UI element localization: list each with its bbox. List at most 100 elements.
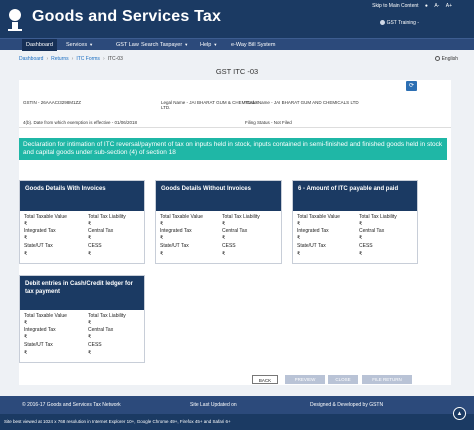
preview-button[interactable]: PREVIEW — [285, 375, 325, 384]
card-itc-payable[interactable]: 6 - Amount of ITC payable and paid Total… — [292, 180, 418, 264]
nav-services-label: Services — [66, 42, 88, 48]
field-label: CESS — [88, 243, 102, 249]
field-value: ₹ — [24, 320, 28, 326]
field-label: Total Tax Liability — [359, 214, 397, 220]
field-label: Integrated Tax — [24, 228, 56, 234]
field-value: ₹ — [297, 251, 301, 257]
field-value: ₹ — [24, 350, 28, 356]
nav-gst-law-label: GST Law — [116, 42, 139, 48]
field-label: Central Tax — [88, 228, 114, 234]
card-body: Total Taxable Value Total Tax Liability … — [20, 211, 144, 263]
browser-note: Site best viewed at 1024 x 768 resolutio… — [0, 414, 474, 430]
declaration-banner: Declaration for intimation of ITC revers… — [19, 138, 447, 160]
field-label: Total Tax Liability — [222, 214, 260, 220]
font-increase-button[interactable]: A+ — [446, 3, 452, 9]
breadcrumb: Dashboard › Returns › ITC Forms › ITC-03 — [19, 56, 123, 62]
skip-to-main-link[interactable]: Skip to Main Content — [372, 3, 418, 9]
card-debit-entries[interactable]: Debit entries in Cash/Credit ledger for … — [19, 275, 145, 363]
field-value: ₹ — [359, 221, 363, 227]
filing-status-text: Filing Status - Not Filed — [245, 120, 292, 125]
field-label: Total Taxable Value — [297, 214, 340, 220]
footer-copyright: © 2016-17 Goods and Services Tax Network — [22, 402, 121, 408]
back-button[interactable]: BACK — [252, 375, 278, 384]
page-title: GST ITC -03 — [215, 67, 259, 76]
field-label: Total Tax Liability — [88, 214, 126, 220]
user-menu[interactable]: GST Training - — [379, 20, 419, 26]
language-label: English — [441, 56, 458, 62]
card-title: Goods Details With Invoices — [20, 181, 144, 211]
top-links: Skip to Main Content ● A- A+ — [367, 3, 452, 9]
scroll-top-button[interactable]: ▲ — [453, 407, 466, 420]
field-value: ₹ — [359, 251, 363, 257]
card-goods-with-invoices[interactable]: Goods Details With Invoices Total Taxabl… — [19, 180, 145, 264]
field-value: ₹ — [24, 334, 28, 340]
field-value: ₹ — [88, 251, 92, 257]
nav-search-taxpayer[interactable]: Search Taxpayer ▼ — [137, 39, 192, 51]
breadcrumb-current: ITC-03 — [107, 56, 123, 62]
site-title[interactable]: Goods and Services Tax — [32, 8, 221, 26]
chevron-down-icon: ▼ — [89, 42, 94, 47]
nav-services[interactable]: Services ▼ — [62, 39, 97, 51]
field-label: Central Tax — [88, 327, 114, 333]
taxpayer-info: GSTIN - 26AAACI3298M1ZZ Legal Name - JAI… — [19, 96, 451, 128]
nav-eway-bill-label: e-Way Bill System — [231, 42, 276, 48]
gstin-text: GSTIN - 26AAACI3298M1ZZ — [23, 100, 82, 105]
card-title: Debit entries in Cash/Credit ledger for … — [20, 276, 144, 310]
field-label: CESS — [88, 342, 102, 348]
breadcrumb-dashboard[interactable]: Dashboard — [19, 56, 43, 62]
card-title: 6 - Amount of ITC payable and paid — [293, 181, 417, 211]
breadcrumb-returns[interactable]: Returns — [51, 56, 69, 62]
field-label: Total Taxable Value — [24, 313, 67, 319]
field-label: Central Tax — [222, 228, 248, 234]
field-value: ₹ — [160, 221, 164, 227]
nav-eway-bill[interactable]: e-Way Bill System — [227, 39, 279, 51]
close-button[interactable]: CLOSE — [328, 375, 358, 384]
field-value: ₹ — [24, 235, 28, 241]
file-return-button[interactable]: FILE RETURN — [362, 375, 412, 384]
trade-name-text: Trade Name - JAI BHARAT GUM AND CHEMICAL… — [245, 100, 359, 105]
language-selector[interactable]: English — [434, 56, 458, 62]
nav-help-label: Help — [200, 42, 212, 48]
field-label: Total Tax Liability — [88, 313, 126, 319]
card-body: Total Taxable Value Total Tax Liability … — [156, 211, 281, 263]
field-value: ₹ — [24, 221, 28, 227]
card-goods-without-invoices[interactable]: Goods Details Without Invoices Total Tax… — [155, 180, 282, 264]
main-nav: Dashboard Services ▼ GST Law Search Taxpa… — [0, 38, 474, 51]
field-label: Integrated Tax — [24, 327, 56, 333]
card-body: Total Taxable Value Total Tax Liability … — [20, 310, 144, 362]
field-value: ₹ — [160, 235, 164, 241]
globe-icon — [434, 56, 440, 61]
user-icon — [379, 20, 385, 25]
field-value: ₹ — [24, 251, 28, 257]
field-label: Integrated Tax — [297, 228, 329, 234]
font-decrease-button[interactable]: A- — [434, 3, 439, 9]
breadcrumb-itc-forms[interactable]: ITC Forms — [76, 56, 100, 62]
field-value: ₹ — [88, 334, 92, 340]
card-title: Goods Details Without Invoices — [156, 181, 281, 211]
field-value: ₹ — [88, 350, 92, 356]
chevron-down-icon: ▼ — [184, 42, 189, 47]
field-label: Total Taxable Value — [160, 214, 203, 220]
national-emblem-icon — [8, 9, 22, 31]
field-label: State/UT Tax — [297, 243, 326, 249]
refresh-button[interactable]: ⟳ — [406, 81, 417, 91]
field-label: Total Taxable Value — [24, 214, 67, 220]
field-label: Central Tax — [359, 228, 385, 234]
footer-designed-by: Designed & Developed by GSTN — [310, 402, 384, 408]
refresh-icon: ⟳ — [408, 83, 415, 89]
accessibility-icon[interactable]: ● — [425, 3, 428, 9]
nav-dashboard[interactable]: Dashboard — [22, 39, 57, 51]
nav-search-taxpayer-label: Search Taxpayer — [141, 42, 183, 48]
card-body: Total Taxable Value Total Tax Liability … — [293, 211, 417, 263]
footer: © 2016-17 Goods and Services Tax Network… — [0, 396, 474, 414]
field-value: ₹ — [359, 235, 363, 241]
exemption-date-text: 4(b). Date from which exemption is effec… — [23, 120, 137, 125]
field-label: CESS — [359, 243, 373, 249]
chevron-down-icon: ▼ — [213, 42, 218, 47]
field-value: ₹ — [297, 221, 301, 227]
field-value: ₹ — [222, 221, 226, 227]
nav-help[interactable]: Help ▼ — [196, 39, 221, 51]
field-value: ₹ — [160, 251, 164, 257]
nav-dashboard-label: Dashboard — [26, 42, 53, 48]
field-value: ₹ — [222, 235, 226, 241]
